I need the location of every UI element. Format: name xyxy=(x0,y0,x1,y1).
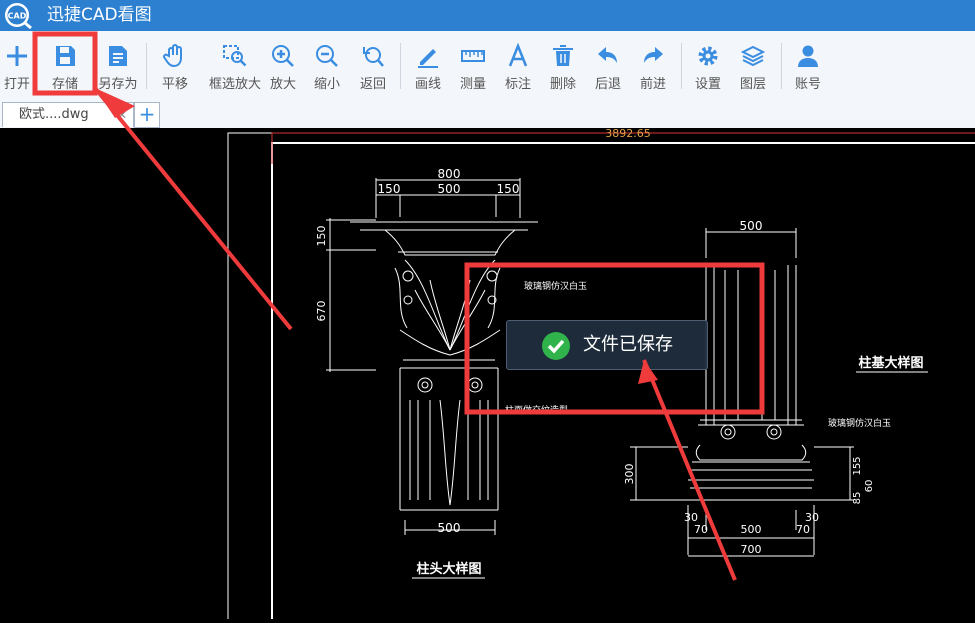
base-caption: 柱基大样图 xyxy=(858,355,923,371)
capital-height-top-text: 150 xyxy=(315,226,328,247)
zoom-back-icon xyxy=(363,47,384,67)
window-zoom-button[interactable]: 框选放大 xyxy=(208,31,262,100)
redo-label: 前进 xyxy=(639,77,666,92)
zoom-out-button[interactable]: 缩小 xyxy=(309,31,345,100)
pan-button[interactable]: 平移 xyxy=(153,31,197,100)
close-tab-icon[interactable]: ✕ xyxy=(117,103,127,127)
base-part-3-text: 500 xyxy=(741,523,762,536)
save-as-button[interactable]: 另存为 xyxy=(96,31,140,100)
saved-toast: 文件已保存 xyxy=(506,320,708,370)
undo-arrow-icon xyxy=(598,47,617,63)
title-bar: CAD 迅捷CAD看图 xyxy=(0,0,975,31)
capital-part-right-text: 150 xyxy=(497,182,520,196)
toolbar: 打开 存储 另存为 平移 框选放大 放大 缩小 返回 画线 测量 标注 删除 后… xyxy=(0,31,975,101)
text-a-icon xyxy=(508,43,528,67)
redo-button[interactable]: 前进 xyxy=(635,31,671,100)
capital-bottom-width-text: 500 xyxy=(438,521,461,535)
capital-shaft-note: 柱面做交纹造型 xyxy=(505,404,568,416)
base-top-width-text: 500 xyxy=(740,219,763,233)
add-tab-button[interactable]: + xyxy=(134,102,160,128)
trash-icon xyxy=(553,45,573,66)
layers-button[interactable]: 图层 xyxy=(735,31,771,100)
account-label: 账号 xyxy=(794,77,821,92)
checkmark-icon xyxy=(542,332,570,360)
capital-part-left-text: 150 xyxy=(378,182,401,196)
ruler-icon xyxy=(461,50,485,62)
base-height-right-3-text: 85 xyxy=(852,492,863,505)
open-button[interactable]: 打开 xyxy=(0,31,34,100)
delete-button[interactable]: 删除 xyxy=(545,31,581,100)
pencil-icon xyxy=(418,49,438,68)
zoom-out-icon xyxy=(316,45,338,67)
zoom-in-button[interactable]: 放大 xyxy=(265,31,301,100)
base-part-2-text: 70 xyxy=(694,523,708,536)
save-as-label: 另存为 xyxy=(98,77,138,92)
floppy-disk-icon xyxy=(56,46,75,66)
top-dimension-text: 3892.65 xyxy=(605,128,651,140)
redo-arrow-icon xyxy=(644,47,663,63)
base-height-right-2-text: 60 xyxy=(864,480,875,493)
save-as-icon xyxy=(109,46,127,66)
annotate-button[interactable]: 标注 xyxy=(500,31,536,100)
plus-icon xyxy=(7,46,27,66)
capital-part-mid-text: 500 xyxy=(438,182,461,196)
line-button[interactable]: 画线 xyxy=(410,31,446,100)
app-title: 迅捷CAD看图 xyxy=(47,5,152,25)
hand-icon xyxy=(163,44,182,68)
cad-drawing: 3892.65 800 150 500 150 150 670 玻璃钢仿汉白玉 … xyxy=(227,127,975,619)
back-button[interactable]: 返回 xyxy=(354,31,392,100)
base-part-4-text: 70 xyxy=(796,523,810,536)
user-icon xyxy=(798,45,818,67)
back-label: 返回 xyxy=(359,77,386,92)
save-button[interactable]: 存储 xyxy=(42,31,88,100)
layers-label: 图层 xyxy=(739,77,766,92)
base-material-note: 玻璃钢仿汉白玉 xyxy=(828,417,891,429)
document-tab-name: 欧式....dwg xyxy=(19,107,89,122)
cad-canvas[interactable]: 3892.65 800 150 500 150 150 670 玻璃钢仿汉白玉 … xyxy=(0,127,975,619)
capital-material-note: 玻璃钢仿汉白玉 xyxy=(524,280,587,292)
zoom-in-icon xyxy=(272,45,294,67)
document-tab[interactable]: 欧式....dwg ✕ xyxy=(2,102,134,127)
app-logo-text: CAD xyxy=(8,12,27,21)
layers-icon xyxy=(740,45,766,67)
document-tab-bar: 欧式....dwg ✕ + xyxy=(0,100,975,128)
zoom-window-icon xyxy=(223,45,247,67)
undo-button[interactable]: 后退 xyxy=(590,31,626,100)
capital-width-text: 800 xyxy=(438,167,461,181)
capital-caption: 柱头大样图 xyxy=(416,561,481,577)
measure-button[interactable]: 测量 xyxy=(454,31,492,100)
base-part-5-text: 30 xyxy=(805,511,819,524)
app-logo-icon: CAD xyxy=(5,3,32,29)
capital-height-main-text: 670 xyxy=(315,301,328,322)
base-height-left-text: 300 xyxy=(623,464,636,485)
gear-icon xyxy=(698,46,718,66)
saved-message: 文件已保存 xyxy=(583,334,673,355)
account-button[interactable]: 账号 xyxy=(790,31,826,100)
base-total-width-text: 700 xyxy=(741,543,762,556)
base-drawing xyxy=(630,228,854,557)
base-height-right-1-text: 155 xyxy=(852,456,863,475)
settings-button[interactable]: 设置 xyxy=(690,31,726,100)
